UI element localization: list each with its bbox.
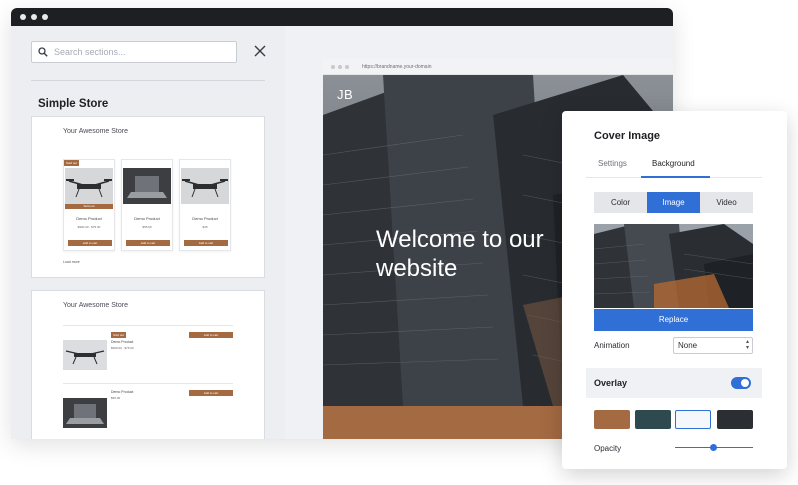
product-image-drone xyxy=(63,340,107,370)
opacity-label: Opacity xyxy=(594,444,622,453)
animation-select[interactable]: None ▴ ▾ xyxy=(673,337,753,354)
sold-out-badge: Sold out xyxy=(64,160,80,166)
preview-url: https://brandname.your-domain xyxy=(362,63,432,70)
site-logo[interactable]: JB xyxy=(337,87,353,102)
product-image-laptop xyxy=(63,398,107,428)
segment-image[interactable]: Image xyxy=(647,192,700,213)
section-thumbnail-list[interactable]: Your Awesome Store Sold out Demo Product… xyxy=(31,290,265,439)
product-price: $900.00 · $75.00 xyxy=(77,225,101,229)
product-price: $900.00 · $75.00 xyxy=(111,346,134,350)
product-name: Demo Product xyxy=(192,216,218,221)
product-price: $45 xyxy=(202,225,208,229)
animation-label: Animation xyxy=(594,341,630,350)
load-more-link: Load more xyxy=(63,260,80,264)
section-category-title: Simple Store xyxy=(38,98,109,110)
background-type-switch: Color Image Video xyxy=(594,192,753,213)
segment-video[interactable]: Video xyxy=(700,192,753,213)
product-image-drone xyxy=(181,168,229,204)
overlay-row: Overlay xyxy=(586,368,762,398)
window-titlebar xyxy=(11,8,673,26)
browser-dot xyxy=(338,64,342,69)
product-card: Demo Product $55.00 Add to cart xyxy=(121,159,173,251)
window-dot-maximize[interactable] xyxy=(42,14,48,20)
opacity-slider-handle[interactable] xyxy=(710,444,717,451)
product-row: Demo Product $55.00 Add to cart xyxy=(63,383,233,439)
add-to-cart-button: Add to cart xyxy=(189,332,233,338)
preview-browser-bar: https://brandname.your-domain xyxy=(323,59,673,75)
cover-image-panel: Cover Image Settings Background Color Im… xyxy=(562,111,787,469)
add-to-cart-button: Add to cart xyxy=(68,240,112,246)
product-card: Sold out Sold out Demo Product $900.00 ·… xyxy=(63,159,115,251)
overlay-swatch-teal[interactable] xyxy=(635,410,671,429)
segment-color[interactable]: Color xyxy=(594,192,647,213)
product-image-drone xyxy=(65,168,113,204)
search-icon xyxy=(38,47,48,57)
window-dot-close[interactable] xyxy=(20,14,26,20)
product-name: Demo Product xyxy=(134,216,160,221)
section-thumbnail-grid[interactable]: Your Awesome Store Sold out Sold out Dem… xyxy=(31,116,265,278)
search-input[interactable] xyxy=(54,47,224,57)
tab-settings[interactable]: Settings xyxy=(598,159,627,168)
panel-title: Cover Image xyxy=(594,130,661,142)
window-dot-minimize[interactable] xyxy=(31,14,37,20)
product-price: $55.00 xyxy=(142,225,152,229)
thumbnail-store-title: Your Awesome Store xyxy=(63,128,128,135)
product-name: Demo Product xyxy=(111,390,134,394)
animation-select-value: None xyxy=(678,341,698,350)
search-box xyxy=(31,41,237,63)
product-card: Demo Product $45 Add to cart xyxy=(179,159,231,251)
sold-out-badge: Sold out xyxy=(111,332,127,338)
overlay-label: Overlay xyxy=(594,378,628,388)
replace-image-button[interactable]: Replace xyxy=(594,309,753,331)
tab-background[interactable]: Background xyxy=(652,159,695,168)
overlay-swatch-white-selected[interactable] xyxy=(675,410,711,429)
cover-image-thumbnail[interactable] xyxy=(594,224,753,308)
overlay-swatch-charcoal[interactable] xyxy=(717,410,753,429)
sidebar-divider xyxy=(31,80,265,81)
add-to-cart-button: Add to cart xyxy=(126,240,170,246)
browser-dot xyxy=(331,64,335,69)
product-name: Demo Product xyxy=(111,340,134,344)
sections-sidebar: Simple Store Your Awesome Store Sold out… xyxy=(11,26,285,439)
active-tab-indicator xyxy=(641,176,710,178)
product-image-laptop xyxy=(123,168,171,204)
overlay-toggle[interactable] xyxy=(731,377,751,389)
thumbnail-store-title: Your Awesome Store xyxy=(63,302,128,309)
close-icon[interactable] xyxy=(253,44,267,58)
toggle-knob xyxy=(741,379,749,387)
product-price: $55.00 xyxy=(111,396,121,400)
sold-out-bar: Sold out xyxy=(65,204,113,209)
overlay-swatch-brown[interactable] xyxy=(594,410,630,429)
browser-dot xyxy=(345,64,349,69)
add-to-cart-button: Add to cart xyxy=(189,390,233,396)
product-name: Demo Product xyxy=(76,216,102,221)
add-to-cart-button: Add to cart xyxy=(184,240,228,246)
product-row: Sold out Demo Product $900.00 · $75.00 A… xyxy=(63,325,233,373)
select-arrows-icon: ▴ ▾ xyxy=(745,339,749,351)
